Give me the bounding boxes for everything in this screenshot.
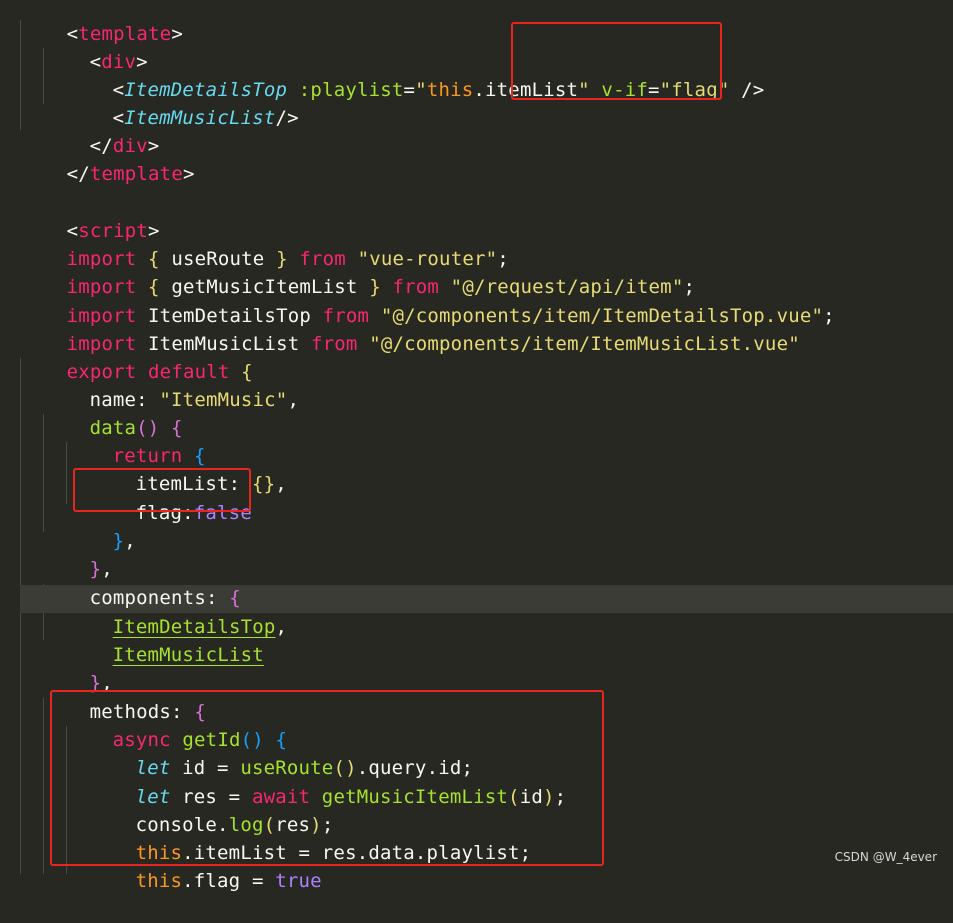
brace: } — [112, 530, 125, 552]
semicolon: ; — [823, 305, 835, 327]
tag-name: template — [89, 163, 183, 185]
object-literal: {} — [251, 473, 276, 495]
indent-guide — [20, 358, 21, 874]
code-line[interactable]: }, — [43, 527, 113, 580]
attribute-name: :playlist — [287, 79, 404, 101]
tag-bracket: /> — [729, 79, 765, 101]
code-line[interactable]: itemList: {}, — [89, 442, 287, 495]
watermark: CSDN @W_4ever — [834, 850, 937, 864]
comma: , — [124, 530, 136, 552]
equals-sign: = — [403, 79, 416, 101]
code-line[interactable]: <ItemMusicList/> — [66, 76, 299, 129]
code-line[interactable]: import ItemDetailsTop from "@/components… — [20, 274, 835, 327]
code-line[interactable]: </div> — [43, 104, 160, 157]
annotation-box — [73, 468, 251, 512]
code-line[interactable]: ItemDetailsTop, — [66, 585, 287, 638]
string-literal: "@/components/item/ItemMusicList.vue" — [357, 333, 800, 355]
code-line[interactable]: return { — [66, 414, 206, 467]
code-line[interactable]: import { useRoute } from "vue-router"; — [20, 217, 509, 270]
annotation-box — [50, 690, 604, 866]
code-line[interactable]: ItemMusicList — [66, 613, 264, 666]
code-line[interactable]: <div> — [43, 20, 148, 73]
boolean-literal: true — [275, 870, 322, 892]
comma: , — [275, 616, 288, 638]
code-line[interactable]: name: "ItemMusic", — [43, 358, 299, 411]
tag-bracket: > — [182, 163, 195, 185]
tag-bracket: > — [171, 23, 183, 45]
keyword: from — [311, 333, 358, 355]
string-quote: " — [415, 79, 427, 101]
tag-bracket: </ — [66, 163, 90, 185]
comma: , — [287, 389, 300, 411]
annotation-box — [511, 22, 722, 100]
code-line[interactable]: </template> — [20, 132, 195, 185]
tag-bracket: /> — [275, 107, 299, 129]
code-line[interactable]: <script> — [20, 189, 160, 242]
this-keyword: this — [426, 79, 474, 101]
comma: , — [275, 473, 287, 495]
expression: .flag = — [182, 870, 276, 892]
code-line[interactable]: import { getMusicItemList } from "@/requ… — [20, 245, 695, 298]
code-line[interactable]: <template> — [20, 0, 183, 45]
code-line[interactable]: data() { — [43, 386, 183, 439]
this-keyword: this — [135, 870, 183, 892]
code-line[interactable]: export default { — [20, 330, 253, 383]
code-line[interactable]: import ItemMusicList from "@/components/… — [20, 302, 800, 355]
code-line[interactable]: components: { — [43, 556, 241, 609]
code-editor[interactable]: <template> <div> <ItemDetailsTop :playli… — [0, 0, 953, 892]
component-reference: ItemMusicList — [112, 644, 264, 666]
code-line[interactable]: }, — [43, 641, 113, 694]
